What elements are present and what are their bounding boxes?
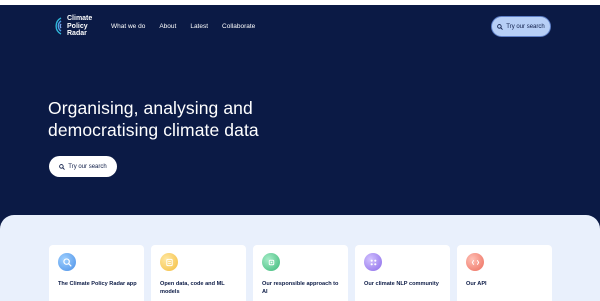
card-icon-badge — [262, 253, 280, 271]
logo-line: Policy — [67, 22, 88, 30]
card-open-data[interactable]: Open data, code and ML models — [151, 245, 246, 301]
card-title: Our responsible approach to AI — [262, 281, 339, 295]
page: Climate Policy Radar What we do About La… — [0, 0, 600, 301]
card-icon-badge — [364, 253, 382, 271]
card-title: Our API — [466, 281, 487, 287]
nav-collaborate[interactable]: Collaborate — [222, 22, 255, 31]
main-nav: What we do About Latest Collaborate — [111, 22, 255, 31]
hero-section: Climate Policy Radar What we do About La… — [0, 5, 600, 235]
code-icon — [165, 258, 173, 266]
card-title: Open data, code and ML models — [160, 281, 225, 295]
headline-line: democratising climate data — [48, 120, 259, 140]
logo-text: Climate Policy Radar — [67, 15, 107, 38]
logo[interactable]: Climate Policy Radar — [49, 15, 107, 38]
hero-headline: Organising, analysing and democratising … — [48, 97, 259, 141]
logo-line: Climate — [67, 15, 93, 22]
card-icon-badge — [58, 253, 76, 271]
logo-line: Radar — [67, 30, 87, 37]
nav-latest[interactable]: Latest — [190, 22, 208, 31]
card-nlp-community[interactable]: Our climate NLP community — [355, 245, 450, 301]
hero-search-label: Try our search — [68, 163, 107, 170]
card-responsible-ai[interactable]: Our responsible approach to AI — [253, 245, 348, 301]
card-title: The Climate Policy Radar app — [58, 281, 137, 287]
headline-line: Organising, analysing and — [48, 98, 253, 118]
feature-cards: The Climate Policy Radar app Open data, … — [49, 245, 552, 301]
nav-what-we-do[interactable]: What we do — [111, 22, 145, 31]
nav-about[interactable]: About — [159, 22, 176, 31]
search-icon — [497, 23, 504, 30]
card-icon-badge — [160, 253, 178, 271]
search-icon — [59, 163, 66, 170]
card-title: Our climate NLP community — [364, 281, 439, 287]
ai-icon — [268, 259, 274, 265]
header-search-button[interactable]: Try our search — [491, 16, 551, 37]
radar-logo-icon — [55, 17, 62, 35]
card-api[interactable]: Our API — [457, 245, 552, 301]
search-icon — [62, 257, 72, 267]
card-icon-badge — [466, 253, 484, 271]
community-icon — [370, 259, 376, 265]
card-app[interactable]: The Climate Policy Radar app — [49, 245, 144, 301]
hero-search-button[interactable]: Try our search — [49, 156, 117, 177]
header-search-label: Try our search — [506, 23, 545, 30]
api-icon — [471, 259, 479, 265]
